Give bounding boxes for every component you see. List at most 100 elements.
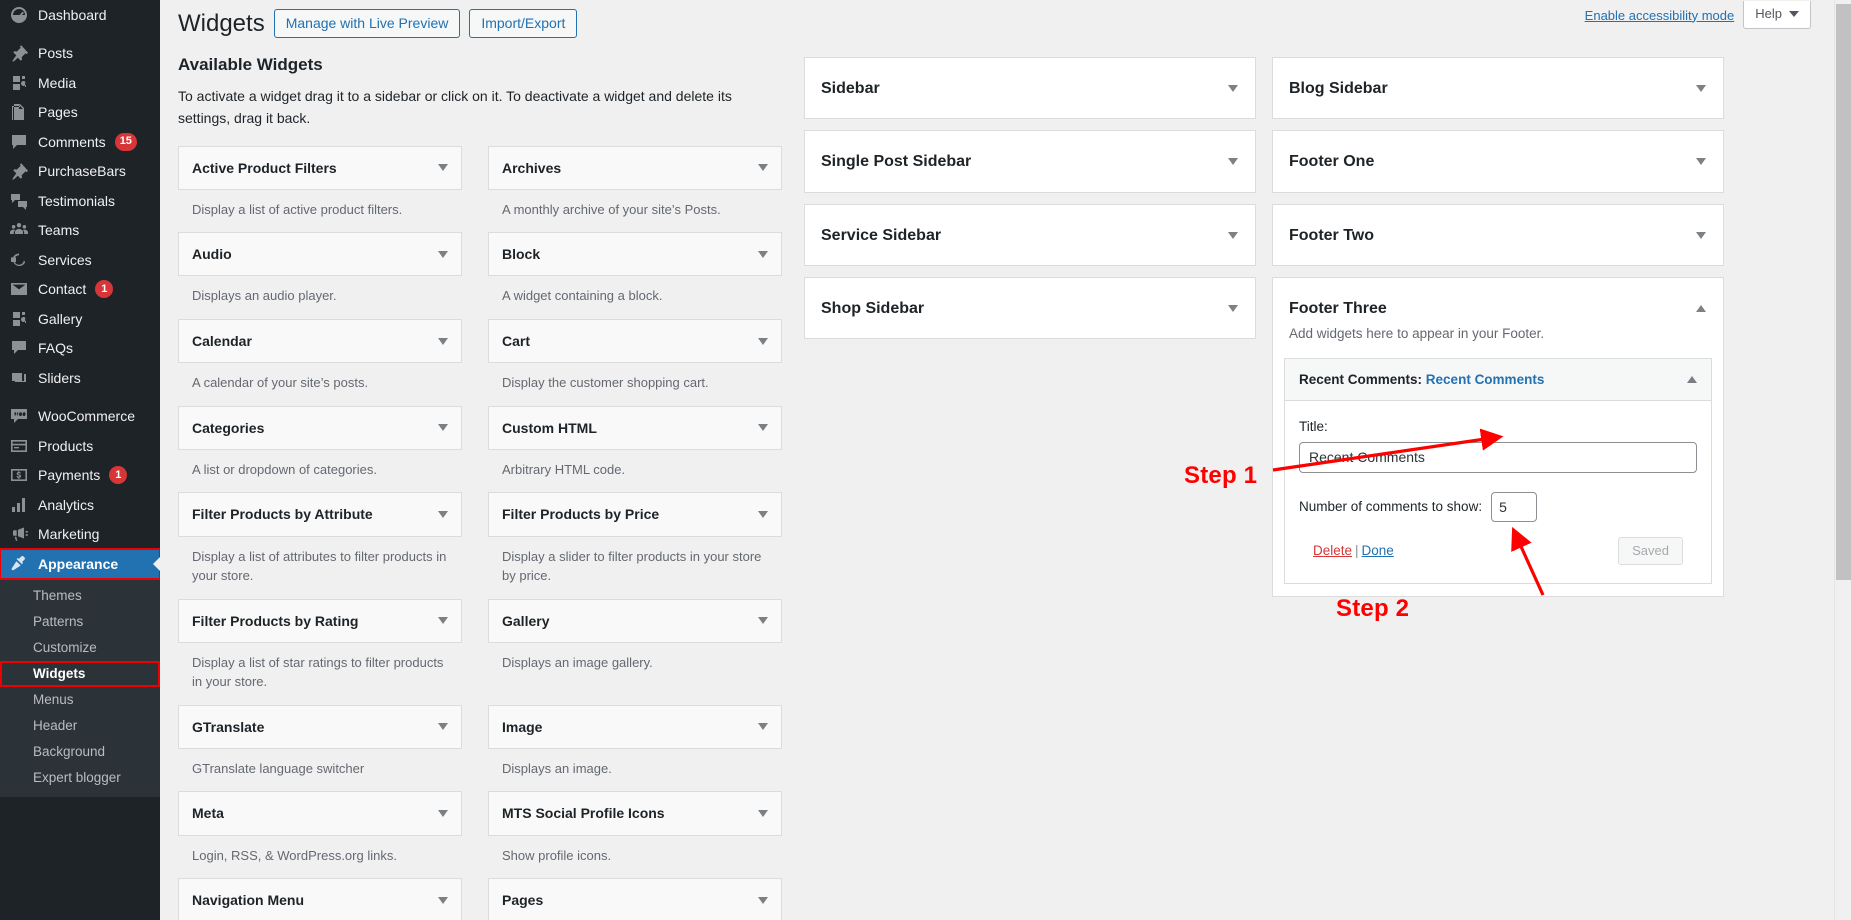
available-widget-handle[interactable]: Custom HTML <box>488 405 782 450</box>
chevron-down-icon[interactable] <box>438 250 448 258</box>
available-widget-handle[interactable]: Filter Products by Attribute <box>178 492 462 537</box>
chevron-down-icon[interactable] <box>1228 85 1238 93</box>
available-widget-handle[interactable]: Navigation Menu <box>178 878 462 920</box>
sidebar-item-dashboard[interactable]: Dashboard <box>0 0 160 30</box>
chevron-down-icon[interactable] <box>438 510 448 518</box>
sidebar-item-teams[interactable]: Teams <box>0 216 160 246</box>
widget-instance-header[interactable]: Recent Comments: Recent Comments <box>1285 359 1711 401</box>
sidebar-item-posts[interactable]: Posts <box>0 39 160 69</box>
sidebar-panel-service-sidebar: Service Sidebar <box>804 203 1256 266</box>
delete-widget-link[interactable]: Delete <box>1313 543 1352 558</box>
available-widget-handle[interactable]: Block <box>488 232 782 277</box>
chevron-down-icon[interactable] <box>438 617 448 625</box>
chevron-down-icon[interactable] <box>1696 85 1706 93</box>
available-widget-handle[interactable]: Filter Products by Rating <box>178 598 462 643</box>
sidebar-panel-header[interactable]: Shop Sidebar <box>805 278 1255 338</box>
sidebar-panel-name: Blog Sidebar <box>1289 80 1388 98</box>
sidebar-item-purchasebars[interactable]: PurchaseBars <box>0 157 160 187</box>
available-widget-handle[interactable]: Gallery <box>488 598 782 643</box>
sidebar-panel-header[interactable]: Footer One <box>1273 131 1723 191</box>
sidebar-item-analytics[interactable]: Analytics <box>0 490 160 520</box>
submenu-item-menus[interactable]: Menus <box>0 687 160 713</box>
sidebar-item-contact[interactable]: Contact 1 <box>0 275 160 305</box>
done-widget-link[interactable]: Done <box>1362 543 1394 558</box>
sidebar-item-media[interactable]: Media <box>0 68 160 98</box>
step2-annotation-label: Step 2 <box>1336 595 1410 622</box>
sidebar-panel-header[interactable]: Sidebar <box>805 58 1255 118</box>
available-widget-handle[interactable]: Audio <box>178 232 462 277</box>
available-widget-handle[interactable]: MTS Social Profile Icons <box>488 791 782 836</box>
available-widget-handle[interactable]: Calendar <box>178 318 462 364</box>
manage-with-live-preview-button[interactable]: Manage with Live Preview <box>273 9 461 39</box>
chevron-down-icon[interactable] <box>438 424 448 432</box>
sidebar-item-comments[interactable]: Comments 15 <box>0 127 160 157</box>
import-export-button[interactable]: Import/Export <box>469 9 578 39</box>
chevron-down-icon[interactable] <box>758 164 768 172</box>
sidebar-item-services[interactable]: Services <box>0 245 160 275</box>
sidebar-panel-header[interactable]: Service Sidebar <box>805 205 1255 265</box>
chevron-down-icon[interactable] <box>758 617 768 625</box>
available-widget-handle[interactable]: Image <box>488 704 782 749</box>
chevron-down-icon[interactable] <box>438 896 448 904</box>
chevron-up-icon[interactable] <box>1687 376 1697 384</box>
chevron-down-icon[interactable] <box>1696 158 1706 166</box>
submenu-item-patterns[interactable]: Patterns <box>0 609 160 635</box>
sidebar-item-gallery[interactable]: Gallery <box>0 304 160 334</box>
available-widget-handle[interactable]: Categories <box>178 405 462 450</box>
sidebar-panel-header[interactable]: Footer Two <box>1273 205 1723 265</box>
chevron-down-icon[interactable] <box>1228 304 1238 312</box>
scrollbar-thumb[interactable] <box>1836 4 1851 580</box>
submenu-item-themes[interactable]: Themes <box>0 583 160 609</box>
chevron-down-icon[interactable] <box>758 510 768 518</box>
vertical-scrollbar[interactable] <box>1834 0 1851 920</box>
available-widget-handle[interactable]: GTranslate <box>178 704 462 749</box>
chevron-down-icon[interactable] <box>1696 231 1706 239</box>
chevron-up-icon[interactable] <box>1696 304 1706 312</box>
sidebar-panel-header-footer-three[interactable]: Footer Three <box>1273 278 1723 324</box>
submenu-item-header[interactable]: Header <box>0 713 160 739</box>
submenu-item-background[interactable]: Background <box>0 739 160 765</box>
sidebar-panel-header[interactable]: Single Post Sidebar <box>805 131 1255 191</box>
chevron-down-icon[interactable] <box>758 809 768 817</box>
available-widget-description: GTranslate language switcher <box>192 760 365 776</box>
available-widget-item: Cart Display the customer shopping cart. <box>480 318 782 401</box>
available-widget-handle[interactable]: Filter Products by Price <box>488 492 782 537</box>
available-widget-name: Meta <box>192 805 224 822</box>
chevron-down-icon[interactable] <box>758 250 768 258</box>
sidebar-item-payments[interactable]: Payments 1 <box>0 461 160 491</box>
chevron-down-icon[interactable] <box>758 896 768 904</box>
available-widget-handle[interactable]: Pages <box>488 878 782 920</box>
widget-title-input[interactable] <box>1299 441 1697 473</box>
available-widget-handle[interactable]: Active Product Filters <box>178 145 462 190</box>
number-of-comments-input[interactable] <box>1491 491 1538 522</box>
chevron-down-icon[interactable] <box>1228 231 1238 239</box>
sidebar-item-label: Testimonials <box>38 192 116 209</box>
sidebar-item-pages[interactable]: Pages <box>0 98 160 128</box>
sidebar-item-sliders[interactable]: Sliders <box>0 363 160 393</box>
chevron-down-icon[interactable] <box>438 337 448 345</box>
enable-accessibility-mode-link[interactable]: Enable accessibility mode <box>1585 8 1735 23</box>
available-widget-item: Meta Login, RSS, & WordPress.org links. <box>178 791 480 873</box>
chevron-down-icon[interactable] <box>438 809 448 817</box>
sidebar-item-marketing[interactable]: Marketing <box>0 520 160 550</box>
submenu-item-customize[interactable]: Customize <box>0 635 160 661</box>
chevron-down-icon[interactable] <box>758 723 768 731</box>
sidebar-item-products[interactable]: Products <box>0 431 160 461</box>
available-widget-handle[interactable]: Meta <box>178 791 462 836</box>
submenu-item-expert-blogger[interactable]: Expert blogger <box>0 765 160 791</box>
sidebar-item-testimonials[interactable]: Testimonials <box>0 186 160 216</box>
chevron-down-icon[interactable] <box>758 424 768 432</box>
available-widget-handle[interactable]: Cart <box>488 318 782 364</box>
chevron-down-icon[interactable] <box>438 723 448 731</box>
submenu-item-widgets[interactable]: Widgets <box>0 660 160 687</box>
available-widget-handle[interactable]: Archives <box>488 145 782 190</box>
chevron-down-icon[interactable] <box>758 337 768 345</box>
sidebar-item-woocommerce[interactable]: WooCommerce <box>0 402 160 432</box>
sidebar-item-faqs[interactable]: FAQs <box>0 334 160 364</box>
sidebar-panel-header[interactable]: Blog Sidebar <box>1273 58 1723 118</box>
help-toggle-button[interactable]: Help <box>1743 1 1811 29</box>
chevron-down-icon[interactable] <box>438 164 448 172</box>
available-widget-name: Pages <box>502 892 544 909</box>
chevron-down-icon[interactable] <box>1228 158 1238 166</box>
sidebar-item-appearance[interactable]: Appearance <box>0 548 160 580</box>
